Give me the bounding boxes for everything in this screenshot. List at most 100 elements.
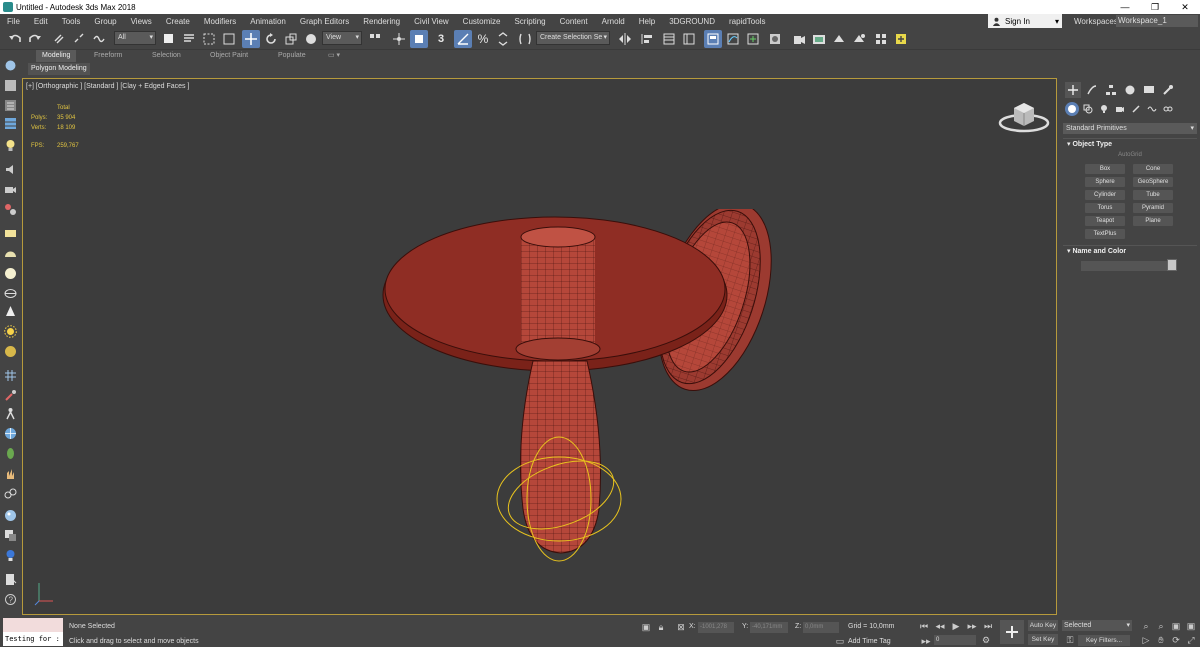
sun-icon[interactable] <box>3 324 18 338</box>
lights-category-icon[interactable] <box>1097 102 1111 116</box>
menu-modifiers[interactable]: Modifiers <box>197 17 243 26</box>
help-icon[interactable]: ? <box>3 592 18 606</box>
current-frame-field[interactable]: 0 <box>934 635 976 645</box>
cone-button[interactable]: Cone <box>1133 164 1173 174</box>
reference-coordinate-dropdown[interactable]: View <box>322 31 362 45</box>
camera-icon[interactable] <box>3 182 18 196</box>
undo-icon[interactable] <box>6 30 24 48</box>
rendered-frame-window-icon[interactable] <box>810 30 828 48</box>
autogrid-checkbox[interactable]: AutoGrid <box>1063 152 1197 158</box>
go-to-start-icon[interactable]: ⏮ <box>918 620 930 632</box>
key-filters-button[interactable]: Key Filters... <box>1078 635 1130 646</box>
menu-content[interactable]: Content <box>553 17 595 26</box>
spinner-snap-icon[interactable] <box>494 30 512 48</box>
grid-icon[interactable] <box>3 368 18 382</box>
object-color-swatch[interactable] <box>1167 259 1177 271</box>
sphere-icon[interactable] <box>3 266 18 280</box>
pivot-center-icon[interactable] <box>366 30 384 48</box>
dome-icon[interactable] <box>3 246 18 260</box>
menu-group[interactable]: Group <box>87 17 123 26</box>
snaps-toggle-icon[interactable]: 3 <box>432 30 450 48</box>
menu-scripting[interactable]: Scripting <box>507 17 552 26</box>
key-filter-icon[interactable]: ⚿ <box>1064 634 1076 646</box>
polygon-modeling-panel[interactable]: Polygon Modeling <box>28 63 90 75</box>
menu-create[interactable]: Create <box>159 17 197 26</box>
x-coordinate-field[interactable]: -1001,278 <box>698 622 734 633</box>
angle-snap-icon[interactable] <box>454 30 472 48</box>
render-production-icon[interactable] <box>830 30 848 48</box>
select-and-move-icon[interactable] <box>242 30 260 48</box>
previous-frame-icon[interactable]: ◂◂ <box>934 620 946 632</box>
schematic-view-icon[interactable] <box>744 30 762 48</box>
ribbon-tab-freeform[interactable]: Freeform <box>94 50 122 62</box>
ribbon-tab-object-paint[interactable]: Object Paint <box>210 50 248 62</box>
viewport-layout-icon[interactable] <box>3 58 18 72</box>
redo-icon[interactable] <box>26 30 44 48</box>
utilities-tab-icon[interactable] <box>1160 82 1176 98</box>
sconce-model[interactable] <box>353 209 773 629</box>
maxscript-mini-listener[interactable] <box>3 618 63 632</box>
zoom-extents-icon[interactable]: ▣ <box>1170 620 1182 632</box>
link-icon[interactable] <box>50 30 68 48</box>
plane-icon[interactable] <box>3 226 18 240</box>
close-button[interactable]: ✕ <box>1170 2 1200 13</box>
cylinder-button[interactable]: Cylinder <box>1085 190 1125 200</box>
shapes-category-icon[interactable] <box>1081 102 1095 116</box>
time-tag-icon[interactable]: ▭ <box>834 635 846 647</box>
modify-tab-icon[interactable] <box>1084 82 1100 98</box>
set-key-button[interactable] <box>1000 620 1024 644</box>
ribbon-options-icon[interactable]: ▭ ▾ <box>328 50 340 62</box>
menu-edit[interactable]: Edit <box>27 17 55 26</box>
modify-list-icon[interactable] <box>3 98 18 112</box>
menu-arnold[interactable]: Arnold <box>595 17 632 26</box>
menu-views[interactable]: Views <box>124 17 159 26</box>
keyboard-shortcut-override-icon[interactable] <box>410 30 428 48</box>
select-and-scale-icon[interactable] <box>282 30 300 48</box>
pyramid-button[interactable]: Pyramid <box>1133 203 1173 213</box>
name-and-color-header[interactable]: Name and Color <box>1063 245 1197 257</box>
material-icon[interactable] <box>3 528 18 542</box>
toggle-ribbon-icon[interactable] <box>704 30 722 48</box>
geosphere-button[interactable]: GeoSphere <box>1133 177 1173 187</box>
menu-tools[interactable]: Tools <box>55 17 88 26</box>
geometry-category-icon[interactable] <box>1065 102 1079 116</box>
workspace-dropdown[interactable]: Workspace_1 <box>1116 15 1198 27</box>
time-config-icon[interactable]: ⚙ <box>980 634 992 646</box>
menu-help[interactable]: Help <box>632 17 662 26</box>
menu-rendering[interactable]: Rendering <box>356 17 407 26</box>
zoom-icon[interactable]: ⌕ <box>1140 620 1152 632</box>
hierarchy-tab-icon[interactable] <box>1103 82 1119 98</box>
edit-named-selection-icon[interactable] <box>516 30 534 48</box>
select-and-manipulate-icon[interactable] <box>390 30 408 48</box>
render-in-cloud-icon[interactable] <box>850 30 868 48</box>
leaf-icon[interactable] <box>3 446 18 460</box>
tube-button[interactable]: Tube <box>1133 190 1173 200</box>
field-of-view-icon[interactable]: ▷ <box>1140 634 1152 646</box>
menu-3dground[interactable]: 3DGROUND <box>662 17 722 26</box>
plane-button[interactable]: Plane <box>1133 216 1173 226</box>
disc-icon[interactable] <box>3 344 18 358</box>
maximize-viewport-icon[interactable]: ⤢ <box>1185 634 1197 646</box>
mirror-icon[interactable] <box>616 30 634 48</box>
key-selection-dropdown[interactable]: Selected <box>1062 620 1132 631</box>
primitive-category-dropdown[interactable]: Standard Primitives <box>1063 123 1197 134</box>
selection-filter-dropdown[interactable]: All <box>114 31 156 45</box>
ribbon-tab-populate[interactable]: Populate <box>278 50 306 62</box>
light-icon[interactable] <box>3 138 18 152</box>
systems-category-icon[interactable] <box>1161 102 1175 116</box>
box-button[interactable]: Box <box>1085 164 1125 174</box>
y-coordinate-field[interactable]: -40,171mm <box>750 622 788 633</box>
set-key-toggle[interactable]: Set Key <box>1028 634 1058 645</box>
create-tab-icon[interactable] <box>1065 82 1081 98</box>
menu-rapidtools[interactable]: rapidTools <box>722 17 772 26</box>
space-warps-category-icon[interactable] <box>1145 102 1159 116</box>
teapot-button[interactable]: Teapot <box>1085 216 1125 226</box>
select-and-rotate-icon[interactable] <box>262 30 280 48</box>
bind-space-warp-icon[interactable] <box>90 30 108 48</box>
material-editor-icon[interactable] <box>766 30 784 48</box>
paint-icon[interactable] <box>3 388 18 402</box>
scene-explorer-icon[interactable] <box>660 30 678 48</box>
menu-customize[interactable]: Customize <box>456 17 508 26</box>
select-object-icon[interactable] <box>160 30 178 48</box>
unlink-icon[interactable] <box>70 30 88 48</box>
